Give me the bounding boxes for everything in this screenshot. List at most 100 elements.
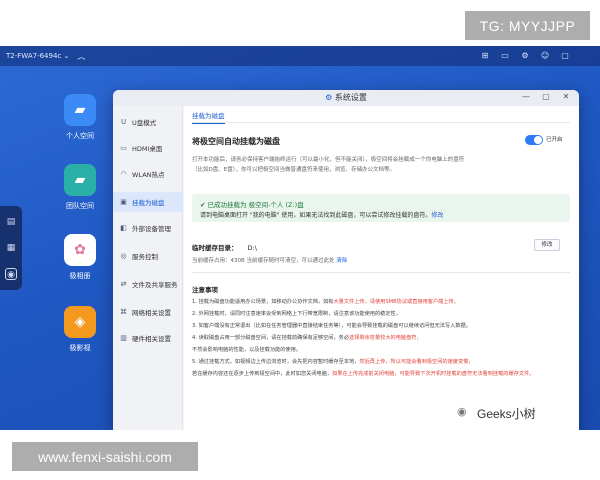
- section-heading: 将极空间自动挂载为磁盘: [192, 137, 280, 146]
- share-icon: ⇄: [120, 279, 127, 288]
- window-title: 系统设置: [334, 93, 367, 102]
- cache-dir-label: 临时缓存目录： D:\: [192, 242, 257, 252]
- screenshot: T2-FWA7-6494c ⌄ ︵ ⊞ ▭ ⚙ ☺ ▢ ▤ ▦ ◉ ▰ 个人空间…: [0, 0, 600, 480]
- desktop: T2-FWA7-6494c ⌄ ︵ ⊞ ▭ ⚙ ☺ ▢ ▤ ▦ ◉ ▰ 个人空间…: [0, 46, 600, 430]
- cache-label-text: 临时缓存目录：: [192, 244, 238, 252]
- monitor-icon: ▭: [120, 143, 127, 152]
- note-line: 5. 通过挂载方式，如视频边上传边浏览时，会先把内容暂时缓存至本地，然后再上传，…: [192, 358, 572, 366]
- user-icon[interactable]: ☺: [540, 51, 550, 61]
- maximize-icon[interactable]: ▢: [541, 92, 551, 102]
- nav-item-file-sharing[interactable]: ⇄ 文件及共享服务: [113, 274, 183, 294]
- app-video[interactable]: ◈ 极影视: [50, 306, 110, 353]
- change-drive-link[interactable]: 修改: [431, 212, 443, 219]
- weibo-icon: ◉: [457, 405, 467, 418]
- url-watermark: www.fenxi-saishi.com: [12, 442, 198, 471]
- settings-content: 挂载为磁盘 将极空间自动挂载为磁盘 已开启 打开本功能后，请务必保持客户端始终运…: [184, 106, 579, 430]
- note-highlight: 然后再上传，所以可能会看到极空间的速度变慢，: [359, 359, 474, 365]
- cache-dir-value: D:\: [247, 244, 257, 252]
- top-bar: T2-FWA7-6494c ⌄ ︵ ⊞ ▭ ⚙ ☺ ▢: [0, 46, 600, 66]
- network-icon: ⌘: [120, 307, 127, 316]
- nav-item-wlan[interactable]: ◠ WLAN热点: [113, 164, 183, 184]
- description-line-1: 打开本功能后，请务必保持客户端始终运行（可以最小化，但不能关闭），极空间将会挂载…: [192, 157, 465, 163]
- device-name[interactable]: T2-FWA7-6494c ⌄: [6, 52, 69, 60]
- note-highlight: 大量文件上传，请使用SMB协议或直接用客户端上传。: [333, 299, 459, 305]
- nav-label: 外部设备管理: [132, 225, 171, 233]
- weibo-watermark: Geeks小树: [477, 407, 536, 421]
- settings-window: ⚙ 系统设置 — ▢ ✕ U U盘模式 ▭ HDMI桌面 ◠ WLAN热点 ▣ 挂载为磁…: [113, 90, 579, 430]
- note-line: 4. 读取磁盘占用一部分磁盘空间，请在挂载前确保有足够空间，务必选择剩余容量较大…: [192, 334, 572, 342]
- note-text: 不然会影响电脑的性能，以及挂载功能的使用。: [192, 347, 301, 353]
- app-label: 团队空间: [66, 202, 94, 210]
- nav-label: 服务控制: [132, 253, 158, 261]
- device-icon: ◧: [120, 223, 127, 232]
- notification-icon[interactable]: ▭: [500, 51, 510, 61]
- note-line: 2. 外网挂载时，请同时注意速率会受到网络上下行带宽限制，请注意该功能使用的稳定…: [192, 310, 572, 318]
- minimize-icon[interactable]: —: [521, 92, 531, 102]
- note-text: 若在缓存内容还在逐步上传到极空间中，此时如您关闭电脑，: [192, 371, 333, 377]
- nav-label: HDMI桌面: [132, 145, 163, 153]
- toggle-state-label: 已开启: [546, 137, 563, 143]
- change-cache-button[interactable]: 修改: [534, 239, 560, 251]
- clear-cache-link[interactable]: 清除: [336, 258, 347, 264]
- divider: [192, 122, 570, 123]
- nav-item-services[interactable]: ◎ 服务控制: [113, 246, 183, 266]
- nav-label: 文件及共享服务: [132, 281, 178, 289]
- close-icon[interactable]: ✕: [561, 92, 571, 102]
- nav-label: 网络相关设置: [132, 309, 171, 317]
- note-line: 3. 如客户端没有正常退出（比如在任务管理器中直接结束任务等），可能会导致挂载的…: [192, 322, 572, 330]
- nav-item-external-devices[interactable]: ◧ 外部设备管理: [113, 218, 183, 238]
- description-line-2: （比如D盘、E盘），你可以把极空间当做普通盘符来使用，浏览、存储办公文档等。: [192, 167, 395, 173]
- settings-nav: U U盘模式 ▭ HDMI桌面 ◠ WLAN热点 ▣ 挂载为磁盘 ◧ 外部设备管理 ◎ 服务…: [113, 106, 183, 430]
- notes-title: 注意事项: [192, 286, 218, 294]
- settings-icon[interactable]: ⚙: [520, 51, 530, 61]
- success-title: ✔ 已成功挂载为 极空间-个人 (Z:)盘: [200, 199, 304, 209]
- success-description: 请到电脑桌面打开 "我的电脑" 使用，如果无法找到此磁盘，可以尝试修改挂载的盘符…: [200, 210, 443, 219]
- nav-item-network[interactable]: ⌘ 网络相关设置: [113, 302, 183, 322]
- window-icon[interactable]: ▢: [560, 51, 570, 61]
- wifi-icon: ◠: [120, 169, 127, 178]
- pin-icon[interactable]: ⊞: [480, 51, 490, 61]
- side-dock: ▤ ▦ ◉: [0, 206, 22, 290]
- nav-label: U盘模式: [132, 119, 157, 127]
- nav-item-usb-mode[interactable]: U U盘模式: [113, 112, 183, 132]
- cache-usage-text: 当前缓存占用：430B 当前缓存随时可清空，可以通过此处: [192, 258, 337, 264]
- video-icon: ◈: [64, 306, 96, 338]
- disk-icon[interactable]: ◉: [5, 268, 17, 280]
- note-line: 若在缓存内容还在逐步上传到极空间中，此时如您关闭电脑，如果在上传完成前关闭电脑，…: [192, 370, 572, 378]
- app-personal-space[interactable]: ▰ 个人空间: [50, 94, 110, 141]
- nav-label: WLAN热点: [132, 171, 165, 179]
- app-label: 极相册: [69, 272, 91, 280]
- auto-mount-toggle[interactable]: [525, 135, 543, 145]
- nav-label: 硬件相关设置: [132, 335, 171, 343]
- success-description-text: 请到电脑桌面打开 "我的电脑" 使用，如果无法找到此磁盘，可以尝试修改挂载的盘符…: [200, 212, 432, 219]
- usb-icon: U: [120, 117, 127, 126]
- note-highlight: 选择剩余容量较大的电脑盘符，: [349, 335, 422, 341]
- nav-label: 挂载为磁盘: [132, 199, 165, 207]
- cache-usage: 当前缓存占用：430B 当前缓存随时可清空，可以通过此处 清除: [192, 257, 347, 265]
- grid-icon[interactable]: ▦: [5, 242, 17, 254]
- mount-success-box: ✔ 已成功挂载为 极空间-个人 (Z:)盘 请到电脑桌面打开 "我的电脑" 使用…: [192, 194, 570, 222]
- window-titlebar: ⚙ 系统设置 — ▢ ✕: [113, 90, 579, 106]
- note-text: 2. 外网挂载时，请同时注意速率会受到网络上下行带宽限制，请注意该功能使用的稳定…: [192, 311, 401, 317]
- note-line: 不然会影响电脑的性能，以及挂载功能的使用。: [192, 346, 572, 354]
- success-title-text: 已成功挂载为 极空间-个人 (Z:)盘: [207, 201, 304, 209]
- divider: [192, 272, 570, 273]
- photos-icon: ✿: [64, 234, 96, 266]
- note-text: 4. 读取磁盘占用一部分磁盘空间，请在挂载前确保有足够空间，务必: [192, 335, 350, 341]
- apps-icon[interactable]: ▤: [5, 216, 17, 228]
- nav-item-mount-disk[interactable]: ▣ 挂载为磁盘: [113, 192, 183, 212]
- app-label: 极影视: [69, 344, 91, 352]
- app-photos[interactable]: ✿ 极相册: [50, 234, 110, 281]
- app-team-space[interactable]: ▰ 团队空间: [50, 164, 110, 211]
- settings-icon: ⚙: [325, 93, 335, 102]
- wifi-icon: ︵: [77, 51, 86, 61]
- disk-icon: ▣: [120, 197, 127, 206]
- nav-item-hdmi[interactable]: ▭ HDMI桌面: [113, 138, 183, 158]
- note-text: 5. 通过挂载方式，如视频边上传边浏览时，会先把内容暂时缓存至本地，: [192, 359, 360, 365]
- note-text: 3. 如客户端没有正常退出（比如在任务管理器中直接结束任务等），可能会导致挂载的…: [192, 323, 471, 329]
- app-label: 个人空间: [66, 132, 94, 140]
- nav-item-hardware[interactable]: ▥ 硬件相关设置: [113, 328, 183, 348]
- tg-watermark: TG: MYYJJPP: [465, 11, 590, 40]
- team-folder-icon: ▰: [64, 164, 96, 196]
- note-line: 1. 挂载为磁盘功能适用办公场景，如移动办公协作文档，如有大量文件上传，请使用S…: [192, 298, 572, 306]
